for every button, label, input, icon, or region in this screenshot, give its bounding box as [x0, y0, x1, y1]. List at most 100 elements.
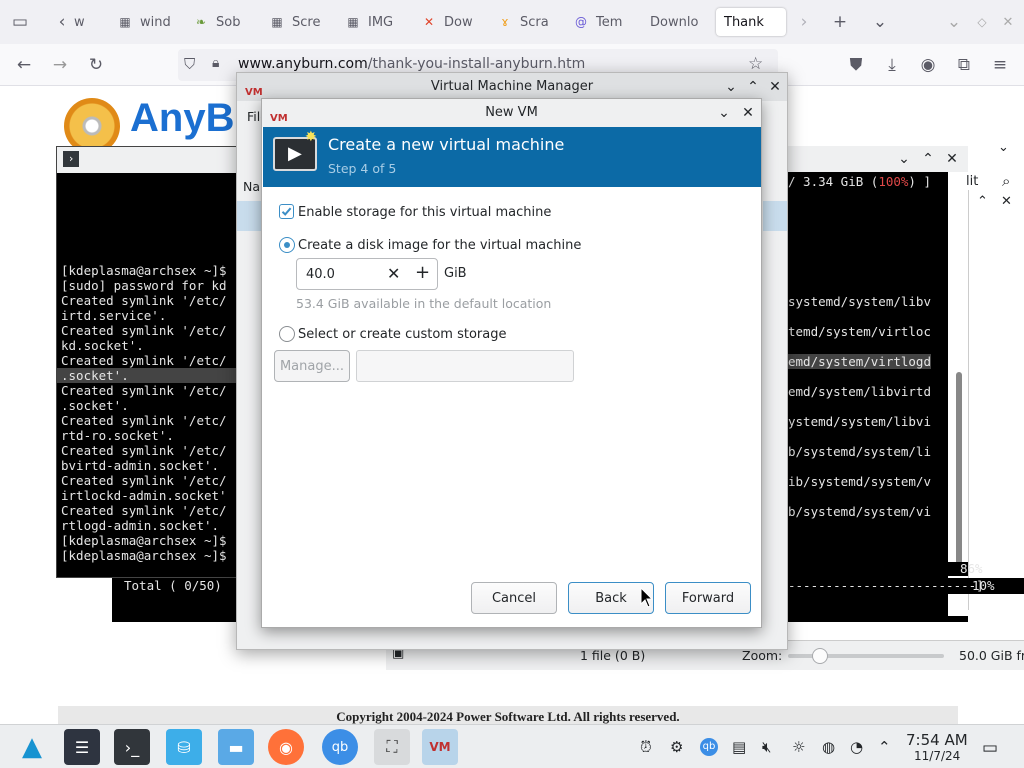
- terminal-line: ib/systemd/system/v: [788, 474, 931, 489]
- account-icon[interactable]: ◉: [916, 53, 940, 77]
- back-icon[interactable]: ←: [12, 53, 36, 77]
- custom-storage-path-input[interactable]: [356, 350, 574, 382]
- shield-icon[interactable]: ⛉: [184, 55, 195, 73]
- terminal-line: b/systemd/system/li: [788, 444, 931, 459]
- close-icon[interactable]: ✕: [942, 149, 962, 169]
- dialog-title: New VM: [485, 105, 538, 120]
- screenshot-icon[interactable]: ⛶: [374, 729, 410, 765]
- new-tab-icon[interactable]: +: [828, 10, 852, 34]
- minimize-icon[interactable]: ⌄: [714, 103, 734, 123]
- browser-tab[interactable]: ❧ Sob: [186, 8, 256, 36]
- create-disk-radio[interactable]: [279, 237, 295, 253]
- disk-unit-label: GiB: [444, 266, 467, 281]
- brightness-icon[interactable]: ☼: [792, 738, 805, 756]
- browser-tab[interactable]: ▦ IMG: [338, 8, 408, 36]
- terminal-titlebar: ›: [57, 147, 241, 173]
- close-icon[interactable]: ✕: [1001, 194, 1012, 209]
- at-icon: @: [575, 15, 587, 29]
- enable-storage-checkbox[interactable]: [279, 204, 294, 219]
- terminal-line: bvirtd-admin.socket'.: [61, 458, 220, 473]
- volume-muted-icon[interactable]: 🔇︎: [762, 738, 771, 756]
- network-share-icon[interactable]: ⚙: [670, 738, 683, 756]
- increment-icon[interactable]: +: [415, 262, 430, 283]
- tab-scroll-right-icon[interactable]: ›: [792, 10, 816, 34]
- browser-tab[interactable]: w: [66, 8, 110, 36]
- browser-tab[interactable]: ▦ wind: [110, 8, 180, 36]
- disk-size-value[interactable]: 40.0: [306, 267, 335, 282]
- terminal-icon[interactable]: ›_: [114, 729, 150, 765]
- url-text: www.anyburn.com/thank-you-install-anybur…: [238, 56, 585, 72]
- maximize-icon[interactable]: ⌃: [918, 149, 938, 169]
- mouse-cursor-icon: [640, 587, 654, 608]
- new-vm-dialog: VM New VM ⌄ ✕ ▶ ✸ Create a new virtual m…: [261, 98, 762, 628]
- decrement-icon[interactable]: ✕: [387, 264, 400, 283]
- terminal-line: ystemd/system/libvi: [788, 414, 931, 429]
- show-desktop-icon[interactable]: ▭: [982, 738, 998, 758]
- vm-list-row[interactable]: [763, 201, 787, 231]
- close-icon[interactable]: ✕: [996, 10, 1020, 34]
- tab-label: IMG: [368, 14, 394, 30]
- terminal-line-selected: .socket'.: [57, 368, 243, 383]
- browser-tab[interactable]: ɤ Scra: [490, 8, 560, 36]
- settings-sliders-icon[interactable]: ☰: [64, 729, 100, 765]
- browser-tab[interactable]: Downlo: [642, 8, 712, 36]
- search-icon[interactable]: ⌕: [1002, 172, 1010, 190]
- forward-icon[interactable]: →: [48, 53, 72, 77]
- virt-manager-taskbar-icon[interactable]: VM: [422, 729, 458, 765]
- terminal-line: temd/system/virtloc: [788, 324, 931, 339]
- x-logo-icon: ✕: [423, 15, 435, 29]
- tray-expand-icon[interactable]: ⌃: [878, 738, 891, 756]
- terminal-window-left: › [kdeplasma@archsex ~]$ [sudo] password…: [56, 146, 243, 578]
- close-icon[interactable]: ✕: [765, 77, 785, 97]
- file-manager-icon[interactable]: ▬: [218, 729, 254, 765]
- qbittorrent-icon[interactable]: qb: [322, 729, 358, 765]
- cancel-button[interactable]: Cancel: [471, 582, 557, 614]
- manage-button[interactable]: Manage...: [274, 350, 350, 382]
- clock-date[interactable]: 11/7/24: [914, 749, 960, 763]
- qbittorrent-tray-icon[interactable]: qb: [700, 738, 718, 756]
- pocket-icon[interactable]: ⛊: [844, 53, 868, 77]
- restore-icon[interactable]: ◇: [970, 10, 994, 34]
- custom-storage-radio[interactable]: [279, 326, 295, 342]
- terminal-line: Created symlink '/etc/: [61, 503, 227, 518]
- updates-icon[interactable]: ◔: [850, 738, 863, 756]
- arch-launcher-icon[interactable]: ▲: [14, 729, 50, 765]
- terminal-line-selected: emd/system/virtlogd: [788, 354, 931, 369]
- discover-store-icon[interactable]: ⛁: [166, 729, 202, 765]
- chevron-down-icon[interactable]: ⌄: [998, 140, 1009, 155]
- network-icon[interactable]: ◍: [822, 738, 835, 756]
- terminal-scrollbar[interactable]: [956, 372, 962, 572]
- terminal-line: Created symlink '/etc/: [61, 353, 227, 368]
- zoom-slider-handle[interactable]: [812, 648, 828, 664]
- firefox-icon[interactable]: ◉: [268, 729, 304, 765]
- enable-storage-label[interactable]: Enable storage for this virtual machine: [298, 205, 551, 220]
- download-icon[interactable]: ⤓: [880, 53, 904, 77]
- lock-icon[interactable]: 🔒︎: [212, 55, 219, 71]
- browser-tab[interactable]: @ Tem: [566, 8, 636, 36]
- tab-overflow-icon[interactable]: ⌄: [868, 10, 892, 34]
- bookmark-star-icon[interactable]: ☆: [748, 54, 763, 74]
- minimize-icon[interactable]: ⌄: [721, 77, 741, 97]
- tab-list-icon[interactable]: ▭: [8, 10, 32, 34]
- create-disk-label[interactable]: Create a disk image for the virtual mach…: [298, 238, 581, 253]
- custom-storage-label[interactable]: Select or create custom storage: [298, 327, 506, 342]
- zoom-slider[interactable]: [788, 648, 944, 664]
- alarm-icon[interactable]: ⏰︎: [640, 738, 652, 756]
- clock-time[interactable]: 7:54 AM: [906, 731, 968, 749]
- reload-icon[interactable]: ↻: [84, 53, 108, 77]
- close-icon[interactable]: ✕: [738, 103, 758, 123]
- maximize-icon[interactable]: ⌃: [743, 77, 763, 97]
- extensions-icon[interactable]: ⧉: [952, 53, 976, 77]
- browser-tab-active[interactable]: Thank: [716, 8, 786, 36]
- terminal-window-right: ⌄ ⌃ ✕ / 3.34 GiB (100%) ] systemd/system…: [788, 146, 968, 616]
- menu-icon[interactable]: ≡: [988, 53, 1012, 77]
- progress-10: 10%: [972, 578, 995, 593]
- minimize-icon[interactable]: ⌄: [894, 149, 914, 169]
- chevron-up-icon[interactable]: ⌃: [977, 194, 988, 209]
- minimize-icon[interactable]: ⌄: [942, 10, 966, 34]
- disk-size-spinbox[interactable]: 40.0 ✕ +: [296, 258, 438, 290]
- clipboard-icon[interactable]: ▤: [732, 738, 746, 756]
- browser-tab[interactable]: ▦ Scre: [262, 8, 332, 36]
- forward-button[interactable]: Forward: [665, 582, 751, 614]
- browser-tab[interactable]: ✕ Dow: [414, 8, 484, 36]
